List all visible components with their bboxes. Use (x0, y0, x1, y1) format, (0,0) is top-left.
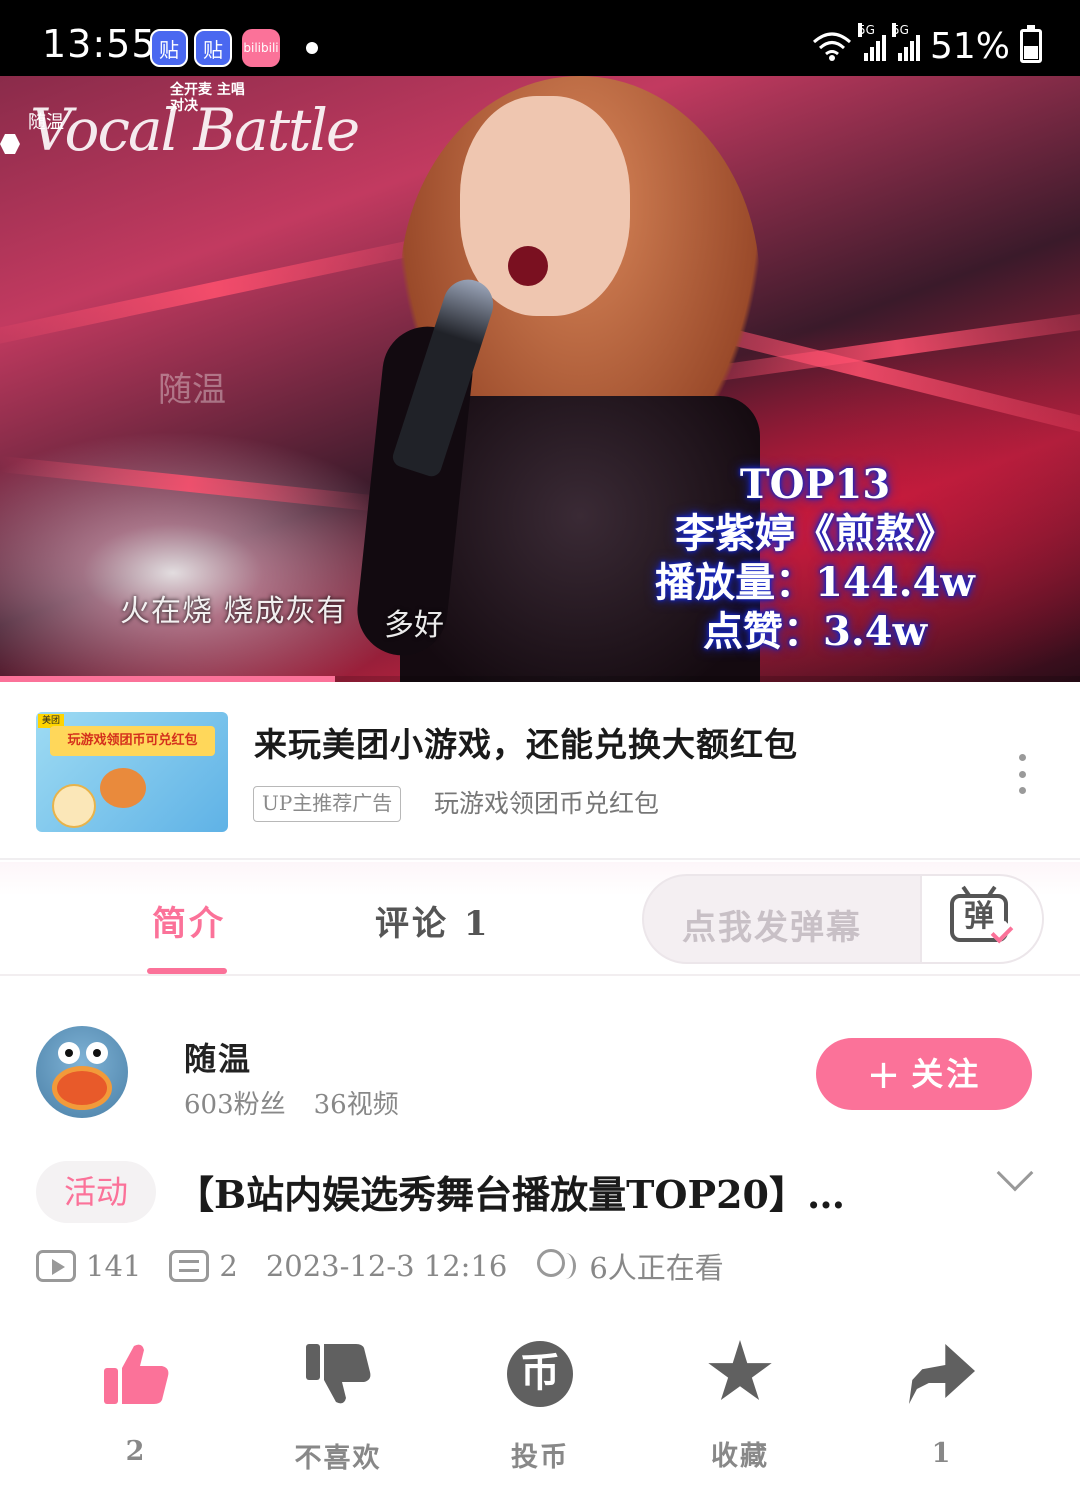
status-bar: 13:55 贴 贴 bilibili 5G 5G 51% (0, 0, 1080, 76)
status-time: 13:55 (42, 22, 157, 66)
uploader-mark: 随温 (28, 112, 64, 133)
overlay-song: 李紫婷《煎熬》 (675, 510, 955, 557)
signal-icon-2: 5G (891, 23, 920, 61)
singer-mouth (508, 246, 548, 286)
activity-tag[interactable]: 活动 (36, 1161, 156, 1223)
status-right: 5G 5G 51% (812, 23, 1042, 67)
overlay-rank: TOP13 (739, 461, 891, 508)
videos-count: 36视频 (313, 1090, 399, 1120)
bilibili-app-icon: bilibili (242, 29, 280, 67)
fans-count: 603粉丝 (184, 1090, 286, 1120)
video-title: 【B站内娱选秀舞台播放量TOP20】… (176, 1172, 845, 1217)
favorite-button[interactable]: 收藏 (660, 1338, 820, 1473)
coin-label: 投币 (511, 1442, 569, 1473)
chevron-down-icon[interactable] (996, 1154, 1034, 1192)
coin-button[interactable]: 币 投币 (460, 1338, 620, 1474)
lyric-subtitle: 火在烧 烧成灰有 (120, 594, 348, 629)
lyric-subtitle-tail: 多好 (384, 608, 444, 643)
stage-light (0, 456, 379, 512)
wifi-icon (812, 32, 851, 61)
avatar-eye (58, 1042, 80, 1064)
show-logo-sub: 全开麦 主唱对决 (170, 82, 245, 114)
ad-thumb-character (52, 784, 96, 828)
watermark: 随温 (158, 370, 226, 410)
tab-intro[interactable]: 简介 (152, 896, 226, 945)
publish-date: 2023-12-3 12:16 (265, 1249, 508, 1283)
ad-thumbnail: 美团 玩游戏领团币可兑红包 (36, 712, 228, 832)
dislike-button[interactable]: 不喜欢 (258, 1338, 418, 1475)
avatar-mouth (52, 1066, 112, 1110)
danmaku-count-icon (169, 1250, 210, 1282)
notification-dot-icon (306, 42, 318, 54)
tab-comments[interactable]: 评论 1 (375, 896, 491, 945)
tieba-app-icon-2: 贴 (194, 29, 232, 67)
thumbs-up-icon (104, 1344, 169, 1404)
uploader-name[interactable]: 随温 (184, 1034, 252, 1080)
favorite-label: 收藏 (711, 1441, 769, 1472)
signal-icon-1: 5G (857, 23, 886, 61)
follow-label: 关注 (911, 1055, 982, 1093)
plus-icon: + (866, 1052, 904, 1098)
ranking-overlay: TOP13 李紫婷《煎熬》 播放量：144.4w 点赞：3.4w (640, 460, 990, 656)
share-icon (909, 1344, 975, 1404)
ad-subtitle: 玩游戏领团币兑红包 (434, 789, 660, 818)
follow-button[interactable]: + 关注 (816, 1038, 1032, 1110)
singer-face (460, 96, 630, 316)
star-icon (708, 1340, 772, 1401)
action-bar: 2 不喜欢 币 投币 收藏 1 (0, 1338, 1080, 1474)
view-count: 141 (86, 1249, 142, 1283)
logo-hex-icon (0, 134, 20, 154)
danmaku-count: 2 (219, 1249, 238, 1283)
battery-icon (1020, 25, 1042, 63)
danmu-input[interactable]: 点我发弹幕 弹 (642, 874, 1044, 964)
share-count: 1 (931, 1438, 953, 1469)
danmu-settings-button[interactable]: 弹 (920, 876, 1042, 962)
video-meta: 141 2 2023-12-3 12:16 6人正在看 (36, 1244, 724, 1288)
battery-percent: 51% (929, 25, 1010, 67)
ad-card[interactable]: 美团 玩游戏领团币可兑红包 来玩美团小游戏，还能兑换大额红包 UP主推荐广告 玩… (0, 682, 1080, 860)
ad-thumb-banner: 玩游戏领团币可兑红包 (50, 726, 215, 756)
video-player[interactable]: Vocal Battle 随温 全开麦 主唱对决 随温 火在烧 烧成灰有 多好 … (0, 76, 1080, 682)
overlay-plays: 播放量：144.4w (655, 559, 975, 606)
uploader-stats: 603粉丝 36视频 (184, 1084, 399, 1121)
share-button[interactable]: 1 (862, 1338, 1022, 1469)
avatar[interactable] (36, 1026, 128, 1118)
dislike-label: 不喜欢 (294, 1443, 382, 1474)
tab-active-indicator (147, 968, 227, 974)
play-count-icon (36, 1250, 76, 1282)
tab-bar: 简介 评论 1 点我发弹幕 弹 (0, 862, 1080, 976)
danmu-placeholder: 点我发弹幕 (682, 908, 862, 948)
more-options-icon[interactable] (1016, 754, 1028, 794)
watching-count: 6人正在看 (589, 1251, 724, 1285)
tieba-app-icon: 贴 (150, 29, 188, 67)
ad-tag: UP主推荐广告 (253, 786, 402, 822)
avatar-eye (86, 1042, 108, 1064)
viewers-icon (535, 1249, 579, 1283)
like-count: 2 (125, 1436, 147, 1467)
overlay-likes: 点赞：3.4w (702, 608, 928, 655)
coin-icon: 币 (507, 1341, 573, 1407)
thumbs-down-icon (306, 1344, 371, 1404)
like-button[interactable]: 2 (56, 1338, 216, 1467)
ad-thumb-character-2 (100, 768, 146, 808)
ad-title: 来玩美团小游戏，还能兑换大额红包 (254, 725, 798, 764)
